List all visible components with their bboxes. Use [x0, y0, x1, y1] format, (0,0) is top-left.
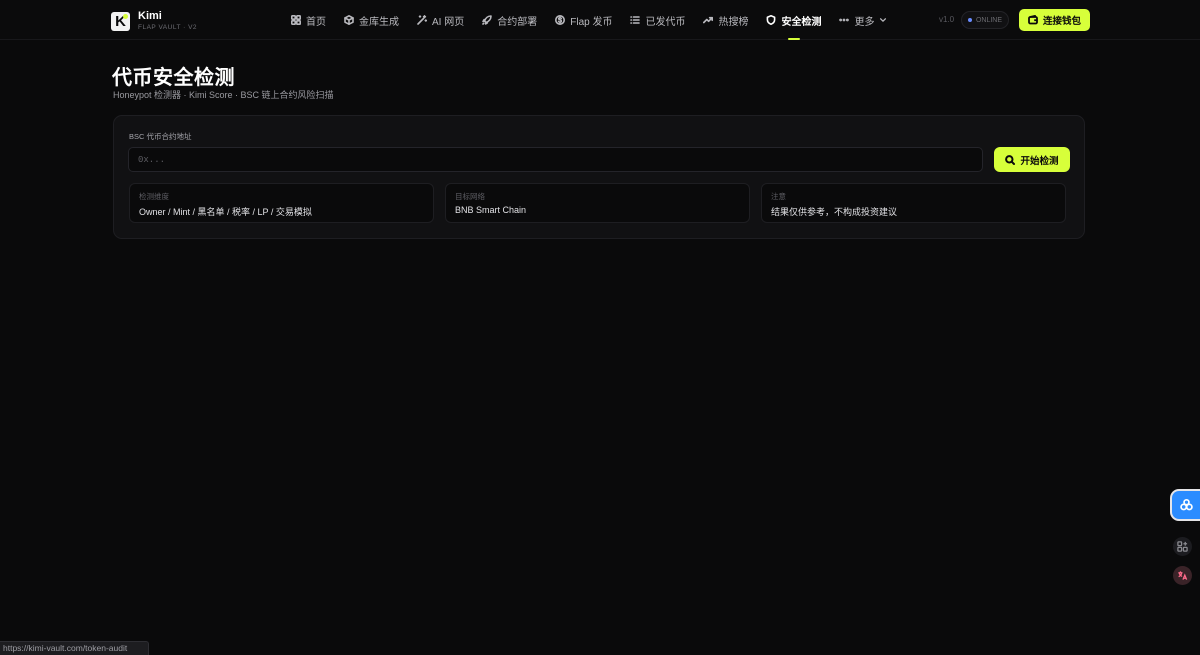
brand-name: Kimi [138, 10, 162, 22]
page-subtitle: Honeypot 检测器 · Kimi Score · BSC 链上合约风险扫描 [113, 90, 334, 100]
nav-item-label: 安全检测 [781, 16, 822, 28]
trend-icon [703, 16, 714, 24]
info-label: 注意 [771, 192, 786, 201]
nav-item-deploy[interactable]: 合约部署 [473, 0, 546, 40]
info-label: 目标网络 [455, 192, 485, 201]
info-box-notice: 注意 结果仅供参考，不构成投资建议 [761, 183, 1066, 223]
wallet-icon [1028, 15, 1038, 25]
brand-subtitle: FLAP VAULT · V2 [138, 24, 198, 31]
nav-item-label: Flap 发币 [570, 16, 613, 28]
shield-icon [767, 15, 776, 25]
nav-item-security-check[interactable]: 安全检测 [757, 0, 830, 40]
search-icon [1005, 154, 1016, 165]
nav-item-ai-web[interactable]: AI 网页 [408, 0, 473, 40]
cube-icon [344, 15, 354, 25]
apps-add-icon [1177, 541, 1188, 552]
nav-item-label: 首页 [306, 16, 326, 28]
translate-icon [1178, 571, 1188, 580]
nav-item-flap-launch[interactable]: Flap 发币 [546, 0, 621, 40]
nav-item-issued-tokens[interactable]: 已发代币 [621, 0, 694, 40]
info-value: BNB Smart Chain [455, 205, 527, 215]
info-label: 检测维度 [139, 192, 169, 201]
side-assistant-button[interactable] [1172, 491, 1200, 519]
address-label: BSC 代币合约地址 [129, 132, 192, 141]
nav-item-home[interactable]: 首页 [282, 0, 335, 40]
info-box-network: 目标网络 BNB Smart Chain [445, 183, 750, 223]
nav-item-label: 金库生成 [359, 16, 399, 28]
nav-item-vault[interactable]: 金库生成 [335, 0, 408, 40]
brand[interactable]: K Kimi FLAP VAULT · V2 [111, 10, 197, 32]
nav-item-label: 热搜榜 [718, 16, 749, 28]
wand-icon [417, 15, 427, 25]
side-translate-button[interactable] [1173, 566, 1192, 585]
start-scan-button[interactable]: 开始检测 [994, 147, 1070, 172]
nav-item-label: AI 网页 [432, 16, 465, 28]
page-title: 代币安全检测 [112, 67, 235, 89]
version-label: v1.0 [939, 15, 955, 24]
brand-text: Kimi FLAP VAULT · V2 [138, 10, 197, 32]
status-bar-url: https://kimi-vault.com/token-audit [0, 641, 149, 655]
nav-item-label: 已发代币 [645, 16, 686, 28]
rocket-icon [482, 15, 493, 25]
nav-item-label: 更多 [854, 16, 875, 28]
main-nav: 首页 金库生成 AI 网页 合约部署 Flap 发币 已发代币 热搜榜 安全检测… [282, 0, 896, 40]
status-badge: ONLINE [961, 11, 1009, 29]
grid-icon [291, 15, 301, 25]
assistant-icon [1179, 498, 1193, 510]
connect-wallet-button[interactable]: 连接钱包 [1019, 9, 1090, 31]
nav-item-trending[interactable]: 热搜榜 [694, 0, 757, 40]
status-text: ONLINE [975, 16, 1003, 24]
nav-item-label: 合约部署 [497, 16, 538, 28]
more-icon [839, 18, 850, 22]
connect-wallet-label: 连接钱包 [1042, 16, 1081, 27]
info-value: 结果仅供参考，不构成投资建议 [771, 207, 898, 217]
kimi-logo: K [111, 11, 130, 31]
logo-dot [123, 13, 128, 19]
chevron-down-icon [880, 18, 887, 22]
token-audit-card: BSC 代币合约地址 开始检测 检测维度 Owner / Mint / 黑名单 … [113, 115, 1085, 239]
info-box-dimensions: 检测维度 Owner / Mint / 黑名单 / 税率 / LP / 交易模拟 [129, 183, 434, 223]
contract-address-input[interactable] [128, 147, 983, 172]
status-dot [967, 18, 972, 22]
list-icon [630, 16, 641, 24]
start-scan-label: 开始检测 [1020, 155, 1059, 167]
info-value: Owner / Mint / 黑名单 / 税率 / LP / 交易模拟 [139, 207, 312, 217]
coin-icon [555, 15, 566, 25]
nav-item-more[interactable]: 更多 [830, 0, 896, 40]
side-apps-button[interactable] [1173, 537, 1192, 556]
top-bar: K Kimi FLAP VAULT · V2 首页 金库生成 AI 网页 合约部… [0, 0, 1200, 40]
